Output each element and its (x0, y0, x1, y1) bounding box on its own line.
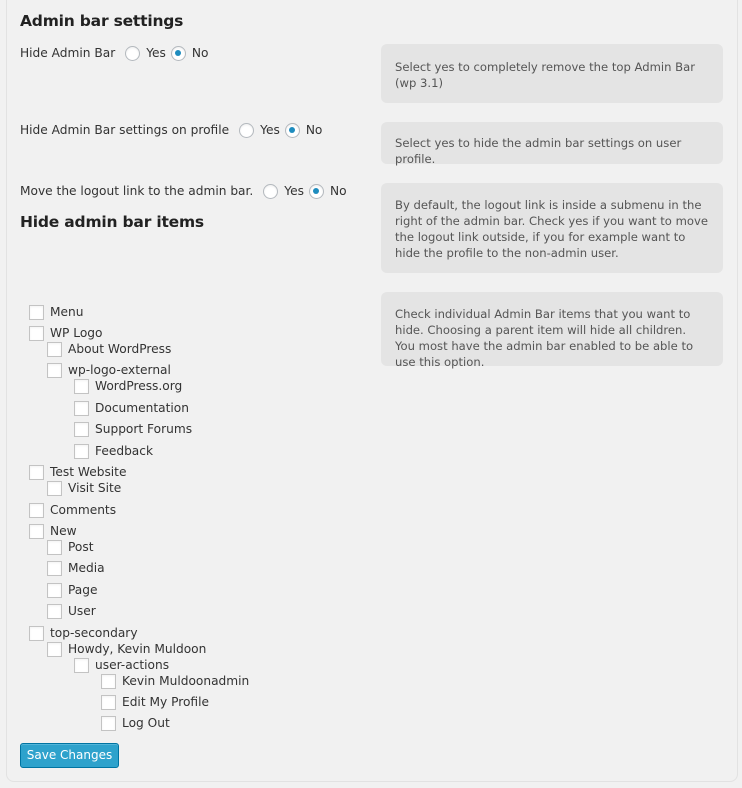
checkbox[interactable] (74, 657, 89, 673)
checkbox-label: top-secondary (50, 626, 138, 640)
save-changes-button[interactable]: Save Changes (20, 743, 119, 768)
checkbox-label: About WordPress (68, 342, 172, 356)
setting-move-logout-link: Move the logout link to the admin bar. Y… (20, 182, 352, 200)
radio-yes[interactable]: Yes (239, 122, 280, 138)
checkbox[interactable] (47, 341, 62, 357)
admin-bar-item[interactable]: WP Logo (29, 325, 103, 341)
admin-bar-item[interactable]: Log Out (101, 715, 170, 731)
checkbox[interactable] (47, 603, 62, 619)
admin-bar-item[interactable]: Support Forums (74, 421, 192, 437)
admin-bar-item[interactable]: Edit My Profile (101, 694, 209, 710)
admin-bar-item[interactable]: Test Website (29, 464, 126, 480)
checkbox-label: New (50, 524, 77, 538)
checkbox-label: Kevin Muldoonadmin (122, 674, 250, 688)
radio-button[interactable] (239, 122, 255, 138)
admin-bar-item[interactable]: Howdy, Kevin Muldoon (47, 641, 206, 657)
checkbox-label: Menu (50, 305, 84, 319)
checkbox-label: Log Out (122, 716, 170, 730)
help-hide-admin-bar: Select yes to completely remove the top … (381, 44, 723, 103)
checkbox-label: Support Forums (95, 422, 193, 436)
help-hide-items: Check individual Admin Bar items that yo… (381, 292, 723, 369)
radio-label: No (305, 123, 323, 137)
section-title-admin-bar-settings: Admin bar settings (20, 12, 184, 30)
admin-bar-item[interactable]: About WordPress (47, 341, 171, 357)
radio-button[interactable] (125, 45, 141, 61)
checkbox[interactable] (29, 304, 44, 320)
setting-label: Hide Admin Bar settings on profile (20, 123, 230, 137)
checkbox-label: Page (68, 583, 98, 597)
checkbox[interactable] (74, 443, 89, 459)
admin-bar-item[interactable]: Menu (29, 304, 83, 320)
admin-bar-item[interactable]: WordPress.org (74, 378, 182, 394)
radio-label: No (191, 46, 209, 60)
checkbox[interactable] (47, 641, 62, 657)
admin-bar-item[interactable]: user-actions (74, 657, 169, 673)
radio-label: Yes (146, 46, 166, 60)
admin-bar-item[interactable]: Comments (29, 502, 116, 518)
admin-bar-item[interactable]: Documentation (74, 400, 189, 416)
setting-label: Move the logout link to the admin bar. (20, 184, 254, 198)
checkbox[interactable] (101, 694, 116, 710)
checkbox[interactable] (29, 464, 44, 480)
radio-button[interactable] (263, 183, 279, 199)
checkbox[interactable] (101, 673, 116, 689)
setting-hide-admin-bar-settings-profile: Hide Admin Bar settings on profile Yes N… (20, 121, 327, 139)
checkbox-label: Edit My Profile (122, 695, 209, 709)
checkbox[interactable] (47, 582, 62, 598)
admin-bar-item[interactable]: top-secondary (29, 625, 138, 641)
radio-no[interactable]: No (170, 45, 209, 61)
checkbox[interactable] (29, 625, 44, 641)
radio-label: No (329, 184, 347, 198)
section-title-hide-items: Hide admin bar items (20, 213, 204, 231)
admin-bar-item[interactable]: Feedback (74, 443, 153, 459)
admin-bar-item[interactable]: Kevin Muldoonadmin (101, 673, 249, 689)
checkbox[interactable] (29, 502, 44, 518)
checkbox[interactable] (74, 400, 89, 416)
radio-yes[interactable]: Yes (125, 45, 166, 61)
radio-no[interactable]: No (308, 183, 347, 199)
checkbox-label: Documentation (95, 401, 189, 415)
radio-label: Yes (284, 184, 304, 198)
checkbox-label: WordPress.org (95, 379, 183, 393)
checkbox[interactable] (47, 539, 62, 555)
admin-bar-item[interactable]: Post (47, 539, 94, 555)
checkbox[interactable] (29, 325, 44, 341)
radio-button[interactable] (170, 45, 186, 61)
checkbox[interactable] (47, 560, 62, 576)
help-move-logout-link: By default, the logout link is inside a … (381, 183, 723, 273)
admin-bar-item[interactable]: wp-logo-external (47, 362, 171, 378)
checkbox-label: Howdy, Kevin Muldoon (68, 642, 207, 656)
setting-label: Hide Admin Bar (20, 46, 116, 60)
radio-label: Yes (260, 123, 280, 137)
checkbox-label: Visit Site (68, 481, 122, 495)
radio-yes[interactable]: Yes (263, 183, 304, 199)
radio-no[interactable]: No (284, 122, 323, 138)
checkbox[interactable] (74, 421, 89, 437)
checkbox[interactable] (74, 378, 89, 394)
checkbox[interactable] (47, 362, 62, 378)
checkbox-label: WP Logo (50, 326, 103, 340)
checkbox[interactable] (29, 523, 44, 539)
admin-bar-item[interactable]: Media (47, 560, 105, 576)
checkbox[interactable] (47, 480, 62, 496)
admin-bar-item[interactable]: Visit Site (47, 480, 121, 496)
setting-hide-admin-bar: Hide Admin Bar Yes No (20, 44, 213, 62)
checkbox-label: Feedback (95, 444, 154, 458)
admin-bar-item[interactable]: Page (47, 582, 98, 598)
admin-bar-item[interactable]: New (29, 523, 77, 539)
radio-button[interactable] (284, 122, 300, 138)
checkbox-label: Media (68, 561, 105, 575)
checkbox-label: Post (68, 540, 94, 554)
radio-button[interactable] (308, 183, 324, 199)
checkbox[interactable] (101, 715, 116, 731)
checkbox-label: wp-logo-external (68, 363, 171, 377)
admin-bar-item[interactable]: User (47, 603, 96, 619)
checkbox-label: user-actions (95, 658, 170, 672)
help-hide-settings-profile: Select yes to hide the admin bar setting… (381, 122, 723, 166)
checkbox-label: User (68, 604, 96, 618)
checkbox-label: Test Website (50, 465, 127, 479)
checkbox-label: Comments (50, 503, 117, 517)
